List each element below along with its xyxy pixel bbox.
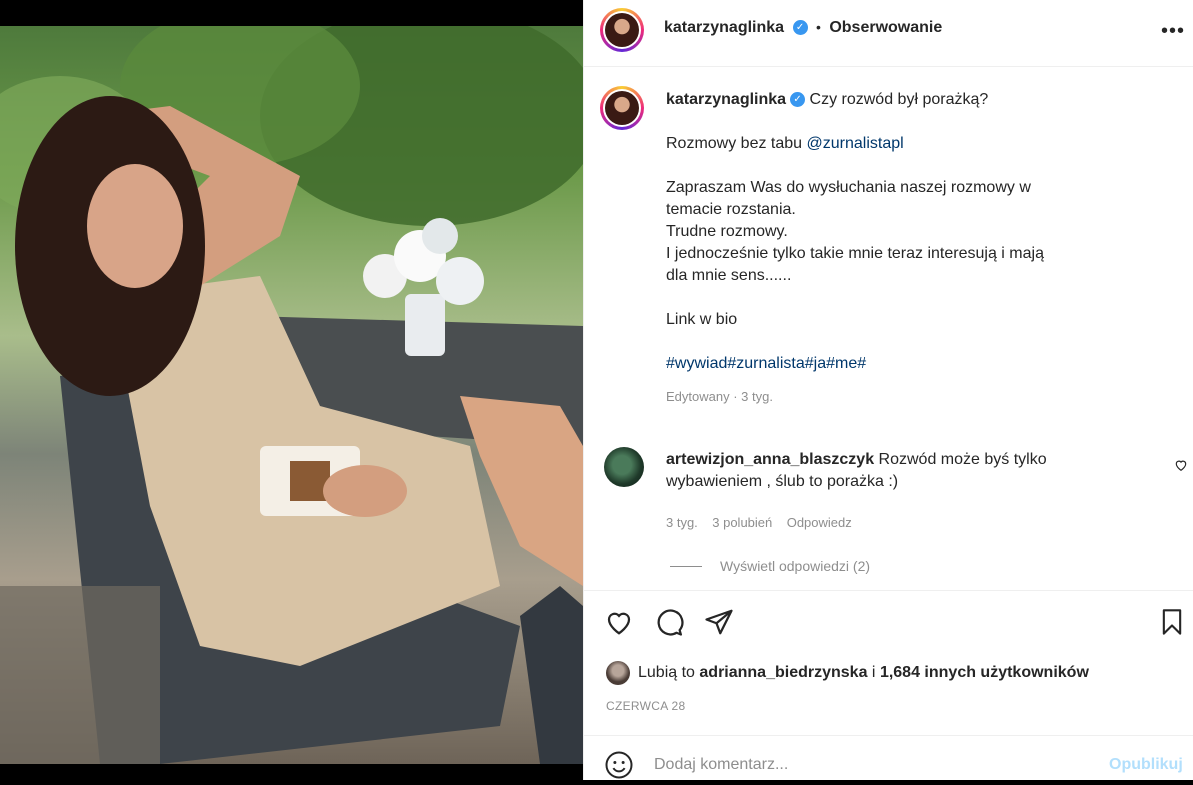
comment-item: artewizjon_anna_blaszczyk Rozwód może by…: [666, 449, 1136, 493]
comment-likes-count[interactable]: 3 polubień: [712, 515, 772, 530]
comment-bubble-icon[interactable]: [654, 607, 684, 642]
post-header: katarzynaglinka ✓ • Obserwowanie •••: [584, 0, 1193, 67]
caption-mention-prefix: Rozmowy bez tabu: [666, 135, 803, 152]
publish-button[interactable]: Opublikuj: [1109, 756, 1183, 774]
hashtag-link[interactable]: #wywiad: [666, 355, 727, 372]
header-separator: •: [815, 19, 821, 35]
save-bookmark-icon[interactable]: [1158, 607, 1186, 642]
caption-edited-time: Edytowany · 3 tyg.: [666, 389, 773, 404]
hashtag-link[interactable]: #: [857, 355, 866, 372]
author-avatar[interactable]: [600, 8, 644, 52]
commenter-avatar[interactable]: [604, 447, 644, 487]
liker-avatar[interactable]: [606, 661, 630, 685]
hashtag-link[interactable]: #zurnalista: [727, 355, 804, 372]
mention-link[interactable]: @zurnalistapl: [807, 135, 904, 152]
likes-prefix: Lubią to: [638, 664, 695, 681]
caption-author-avatar[interactable]: [600, 86, 644, 130]
replies-divider: [670, 566, 702, 567]
hashtag-link[interactable]: #me: [826, 355, 857, 372]
caption-para3: I jednocześnie tylko takie mnie teraz in…: [666, 245, 1044, 284]
post-detail-panel: katarzynaglinka ✓ • Obserwowanie ••• kat…: [583, 0, 1193, 780]
comment-reply-button[interactable]: Odpowiedz: [787, 515, 852, 530]
likes-count-button[interactable]: 1,684 innych użytkowników: [880, 664, 1089, 681]
share-paper-plane-icon[interactable]: [704, 607, 734, 642]
comment-like-icon[interactable]: [1174, 458, 1188, 477]
post-caption: katarzynaglinka ✓ Czy rozwód był porażką?…: [666, 89, 1066, 404]
hashtags: #wywiad#zurnalista#ja#me#: [666, 353, 1066, 375]
caption-username[interactable]: katarzynaglinka: [666, 91, 786, 108]
author-username[interactable]: katarzynaglinka: [664, 19, 784, 36]
comment-time[interactable]: 3 tyg.: [666, 515, 698, 530]
post-photo[interactable]: [0, 26, 583, 764]
liker-username[interactable]: adrianna_biedrzynska: [699, 664, 867, 681]
following-button[interactable]: Obserwowanie: [829, 19, 942, 36]
caption-para2: Trudne rozmowy.: [666, 223, 788, 240]
likes-summary: Lubią to adrianna_biedrzynska i 1,684 in…: [638, 664, 1089, 682]
view-replies-button[interactable]: Wyświetl odpowiedzi (2): [720, 558, 870, 574]
caption-verified-icon: ✓: [790, 92, 806, 108]
likes-conj: i: [871, 664, 876, 681]
hashtag-link[interactable]: #ja: [805, 355, 826, 372]
caption-para1: Zapraszam Was do wysłuchania naszej rozm…: [666, 179, 1031, 218]
add-comment-bar: Dodaj komentarz... Opublikuj: [584, 735, 1193, 781]
post-date[interactable]: CZERWCA 28: [606, 699, 685, 713]
post-photo-illustration: [0, 26, 583, 764]
more-options-icon[interactable]: •••: [1161, 20, 1185, 43]
commenter-username[interactable]: artewizjon_anna_blaszczyk: [666, 451, 874, 468]
add-comment-input[interactable]: Dodaj komentarz...: [654, 756, 788, 774]
caption-title: Czy rozwód był porażką?: [809, 91, 989, 108]
like-heart-icon[interactable]: [604, 607, 634, 642]
verified-badge-icon: ✓: [792, 20, 808, 36]
caption-link-bio: Link w bio: [666, 311, 738, 328]
